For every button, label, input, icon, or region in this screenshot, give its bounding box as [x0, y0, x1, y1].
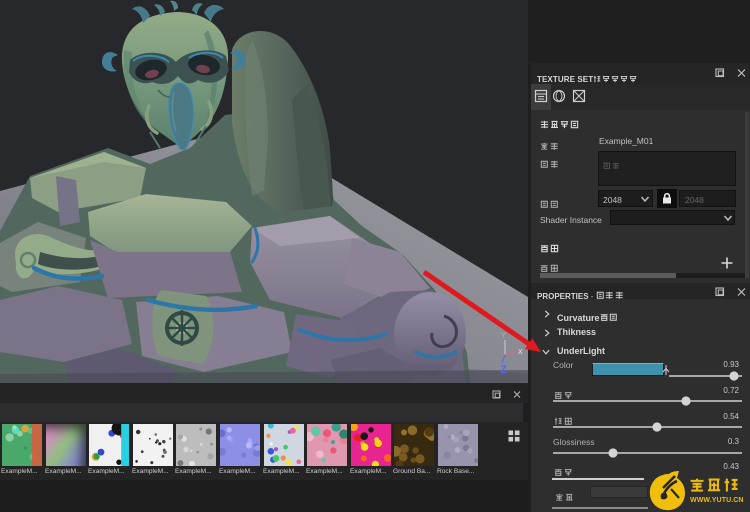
svg-text:Y: Y — [501, 331, 507, 340]
svg-text:X: X — [518, 349, 523, 356]
svg-text:Z: Z — [500, 364, 507, 376]
